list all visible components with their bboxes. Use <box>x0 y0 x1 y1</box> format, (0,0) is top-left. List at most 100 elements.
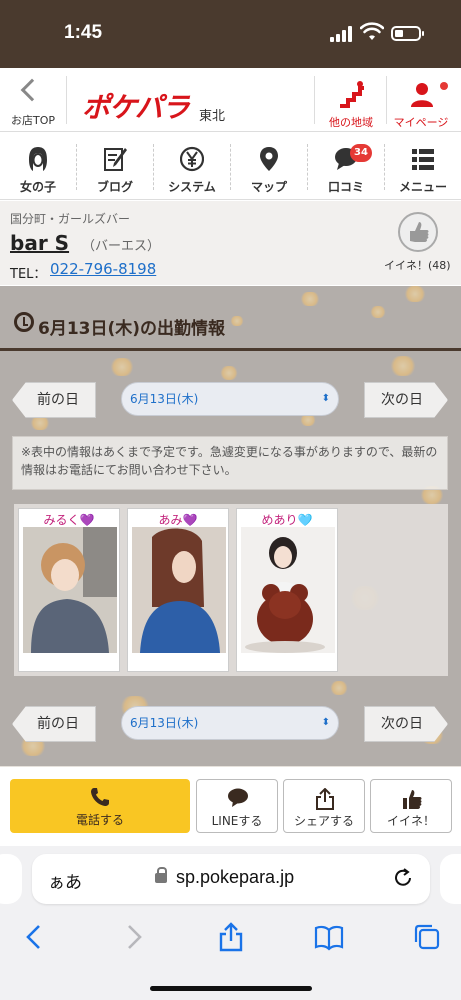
date-select[interactable]: 6月13日(木) ⬍ <box>121 382 339 416</box>
selected-date: 6月13日(木) <box>130 716 199 730</box>
menu-list-icon <box>412 149 434 170</box>
line-chat-icon <box>228 788 248 807</box>
back-icon[interactable] <box>20 922 50 952</box>
shop-phone-link[interactable]: 022-796-8198 <box>50 260 156 278</box>
girl-name: みるく <box>43 513 80 527</box>
line-button[interactable]: LINEする <box>196 779 278 833</box>
blog-icon <box>104 148 127 171</box>
phone-icon <box>91 788 109 806</box>
mypage-label: マイページ <box>393 116 449 129</box>
yen-icon <box>180 146 204 172</box>
like-button[interactable]: イイネ！ <box>370 779 452 833</box>
girl-card[interactable]: みるく💜 <box>18 508 120 672</box>
url-text[interactable]: sp.pokepara.jp <box>176 867 294 888</box>
share-sheet-icon[interactable] <box>216 922 246 952</box>
shop-top-label: お店TOP <box>10 114 55 127</box>
girl-name: あみ <box>158 513 183 527</box>
girl-photo <box>132 527 226 653</box>
site-header: お店TOP ポケパラ 東北 他の地域 マイページ <box>0 68 461 132</box>
like-label: イイネ！ <box>386 814 435 828</box>
selected-date: 6月13日(木) <box>130 392 199 406</box>
other-region-button[interactable]: 他の地域 <box>316 68 386 132</box>
shop-icon-nav: 女の子 ブログ システム マップ 34 口コミ メニュー <box>0 134 461 200</box>
girl-photo <box>241 527 335 653</box>
bookmarks-icon[interactable] <box>314 922 344 952</box>
call-button[interactable]: 電話する <box>10 779 190 833</box>
home-indicator <box>150 986 312 991</box>
pokepara-logo[interactable]: ポケパラ <box>82 86 190 126</box>
heart-icon: 🩵 <box>297 513 313 527</box>
nav-girls[interactable]: 女の子 <box>0 134 76 200</box>
day-navigation-top: 前の日 6月13日(木) ⬍ 次の日 <box>0 382 461 422</box>
ios-status-bar: 1:45 <box>0 0 461 68</box>
stairs-icon <box>340 81 364 108</box>
next-tab-peek[interactable] <box>440 854 461 904</box>
cellular-signal-icon <box>330 26 354 42</box>
nav-reviews[interactable]: 34 口コミ <box>308 134 384 200</box>
share-icon <box>316 788 334 810</box>
prev-day-button[interactable]: 前の日 <box>12 382 96 418</box>
status-time: 1:45 <box>64 22 103 43</box>
next-day-button[interactable]: 次の日 <box>364 706 448 742</box>
girls-list: みるく💜 あみ💜 めあり🩵 <box>14 504 448 676</box>
nav-map-label: マップ <box>250 180 287 194</box>
nav-system-label: システム <box>168 180 216 194</box>
tel-label: TEL： <box>10 267 47 282</box>
address-bar[interactable]: ぁあ sp.pokepara.jp <box>32 854 430 904</box>
chevron-left-icon <box>20 78 44 102</box>
like-count: イイネ！(48) <box>384 259 451 272</box>
schedule-title: 6月13日(木)の出勤情報 <box>0 286 461 352</box>
girl-name: めあり <box>261 513 298 527</box>
lock-icon <box>155 867 167 883</box>
girl-card[interactable]: あみ💜 <box>127 508 229 672</box>
action-bar: 電話する LINEする シェアする イイネ！ <box>0 766 461 846</box>
nav-reviews-label: 口コミ <box>327 180 364 194</box>
share-button[interactable]: シェアする <box>283 779 365 833</box>
battery-icon <box>391 26 424 41</box>
thumbs-up-icon <box>403 790 422 809</box>
forward-icon[interactable] <box>118 922 148 952</box>
region-label: 東北 <box>199 109 226 124</box>
next-day-button[interactable]: 次の日 <box>364 382 448 418</box>
day-navigation-bottom: 前の日 6月13日(木) ⬍ 次の日 <box>0 706 461 746</box>
notification-dot <box>440 82 448 90</box>
like-thumb-button[interactable] <box>398 212 438 252</box>
line-label: LINEする <box>211 814 263 828</box>
tabs-icon[interactable] <box>412 922 442 952</box>
reader-aa-button[interactable]: ぁあ <box>48 868 82 893</box>
clock-icon <box>14 312 34 332</box>
select-caret-icon: ⬍ <box>321 717 330 728</box>
heart-icon: 💜 <box>79 513 95 527</box>
safari-bottom-bar: ぁあ sp.pokepara.jp <box>0 846 461 1000</box>
schedule-heading: 6月13日(木)の出勤情報 <box>38 319 226 339</box>
girl-card[interactable]: めあり🩵 <box>236 508 338 672</box>
map-pin-icon <box>260 147 278 171</box>
nav-blog-label: ブログ <box>96 180 133 194</box>
nav-girls-label: 女の子 <box>19 180 56 194</box>
reload-icon[interactable] <box>392 867 414 889</box>
shop-kana: （バーエス） <box>82 239 161 254</box>
date-select[interactable]: 6月13日(木) ⬍ <box>121 706 339 740</box>
nav-menu[interactable]: メニュー <box>385 134 461 200</box>
reviews-count-badge: 34 <box>350 144 372 162</box>
call-label: 電話する <box>75 813 124 827</box>
share-label: シェアする <box>293 814 354 828</box>
wifi-icon <box>360 22 384 40</box>
thumbs-up-icon <box>410 222 429 242</box>
shop-name[interactable]: bar S <box>10 231 69 255</box>
shop-top-button[interactable]: お店TOP <box>0 68 66 132</box>
nav-map[interactable]: マップ <box>231 134 307 200</box>
mypage-button[interactable]: マイページ <box>386 68 456 132</box>
select-caret-icon: ⬍ <box>321 393 330 404</box>
prev-day-button[interactable]: 前の日 <box>12 706 96 742</box>
girl-icon <box>29 147 47 171</box>
nav-menu-label: メニュー <box>398 180 447 194</box>
other-region-label: 他の地域 <box>329 116 373 129</box>
nav-system[interactable]: システム <box>154 134 230 200</box>
schedule-notice: ※表中の情報はあくまで予定です。急遽変更になる事がありますので、最新の情報はお電… <box>12 436 448 490</box>
schedule-section: 6月13日(木)の出勤情報 前の日 6月13日(木) ⬍ 次の日 ※表中の情報は… <box>0 286 461 766</box>
heart-icon: 💜 <box>182 513 198 527</box>
user-icon <box>411 83 433 107</box>
nav-blog[interactable]: ブログ <box>77 134 153 200</box>
previous-tab-peek[interactable] <box>0 854 22 904</box>
